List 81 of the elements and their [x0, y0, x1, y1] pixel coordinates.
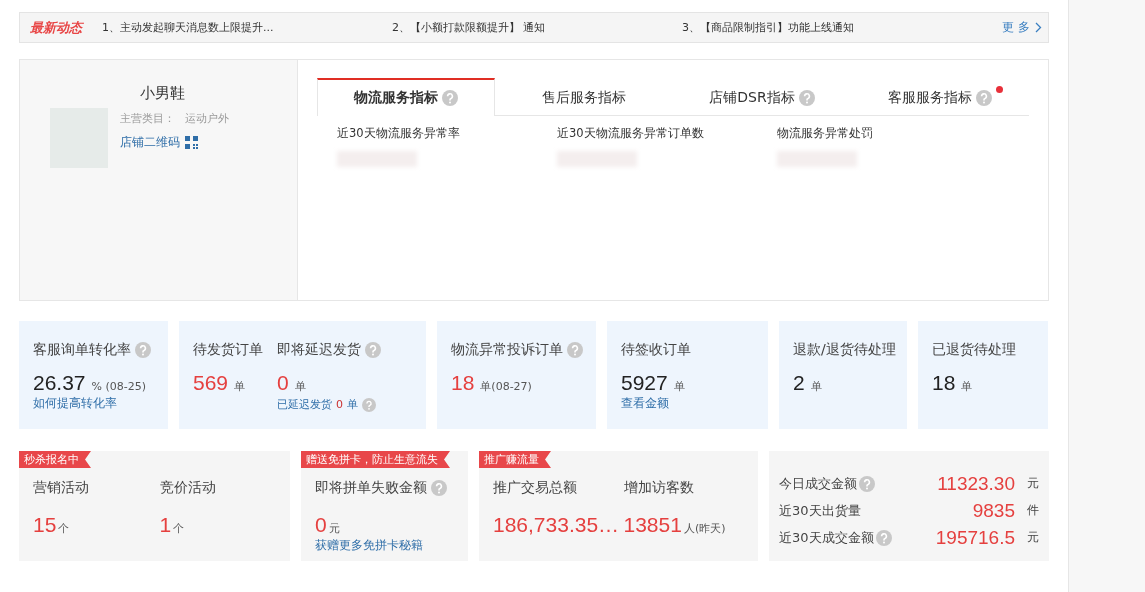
stat-label: 即将延迟发货 [277, 341, 361, 359]
chevron-right-icon [1035, 22, 1042, 33]
summary-value: 9835 [971, 499, 1015, 522]
metric-label: 近30天物流服务异常订单数 [557, 126, 705, 141]
help-icon[interactable] [976, 89, 992, 106]
metric-tab[interactable]: 物流服务指标 [317, 78, 495, 116]
summary-label: 近30天成交金额 [779, 528, 874, 547]
stat-label: 待签收订单 [621, 341, 691, 359]
stat-label: 待发货订单 [193, 341, 263, 359]
more-link[interactable]: 更 多 [1002, 19, 1042, 36]
help-icon[interactable] [365, 342, 381, 358]
promo-unit: 元 [328, 521, 340, 536]
stat-label: 客服询单转化率 [33, 341, 131, 359]
promo-value: 13851 [623, 513, 682, 537]
promo-label: 推广交易总额 [493, 479, 577, 497]
promo-unit: 个 [173, 521, 185, 536]
promo-ribbon: 赠送免拼卡，防止生意流失 [301, 451, 450, 468]
summary-unit: 元 [1026, 475, 1039, 492]
category-label: 主营类目： [120, 111, 175, 126]
help-icon[interactable] [875, 529, 892, 546]
delayed-count: 0 [336, 398, 343, 411]
summary-value: 11323.30 [936, 472, 1015, 495]
promo-label: 竞价活动 [159, 479, 216, 497]
stat-value: 569 [193, 371, 229, 395]
help-icon[interactable] [442, 90, 458, 106]
qr-code-icon[interactable] [185, 136, 198, 149]
help-icon[interactable] [859, 475, 875, 492]
promo-unit: 个 [58, 521, 70, 536]
stat-label: 退款/退货待处理 [793, 341, 896, 359]
stat-value: 26.37 [33, 371, 86, 395]
card-link[interactable]: 获赠更多免拼卡秘籍 [315, 538, 464, 553]
promo-value: 186,733.35… [493, 513, 620, 537]
summary-label: 今日成交金额 [779, 474, 857, 493]
stat-value: 0 [277, 371, 289, 395]
stat-unit: 单 [961, 379, 973, 394]
promo-label: 增加访客数 [623, 479, 694, 497]
stat-value: 2 [793, 371, 805, 395]
help-icon[interactable] [431, 480, 447, 496]
promo-value: 0 [315, 513, 327, 537]
stat-unit: 单 [810, 379, 822, 394]
delayed-link[interactable]: 已延迟发货 [277, 397, 332, 412]
help-icon[interactable] [798, 89, 815, 106]
promo-unit: 人(昨天) [683, 521, 726, 536]
qr-code-link[interactable]: 店铺二维码 [120, 134, 180, 151]
stat-unit: % (08-25) [91, 380, 147, 393]
stat-value: 18 [932, 371, 956, 395]
promo-ribbon: 秒杀报名中 [19, 451, 91, 468]
metric-tab[interactable]: 售后服务指标 [495, 78, 673, 115]
stat-unit: 单 [234, 379, 246, 394]
help-icon[interactable] [135, 342, 151, 358]
summary-label: 近30天出货量 [779, 501, 861, 520]
promo-ribbon: 推广赚流量 [479, 451, 551, 468]
card-link[interactable]: 查看金额 [621, 396, 764, 411]
stat-unit: 单(08-27) [480, 379, 532, 394]
delayed-unit: 单 [347, 397, 358, 412]
promo-label: 营销活动 [33, 479, 89, 497]
metric-tab[interactable]: 客服服务指标 [851, 78, 1029, 115]
notice-link[interactable]: 3、【商品限制指引】功能上线通知 [682, 20, 972, 35]
promo-label: 即将拼单失败金额 [315, 479, 427, 497]
metric-label: 近30天物流服务异常率 [337, 126, 461, 141]
summary-unit: 元 [1026, 529, 1039, 546]
metric-tab[interactable]: 店铺DSR指标 [673, 78, 851, 115]
stat-value: 18 [451, 371, 475, 395]
help-icon[interactable] [567, 342, 583, 358]
summary-value: 195716.5 [934, 526, 1015, 549]
stat-label: 物流异常投诉订单 [451, 341, 563, 359]
notice-title: 最新动态 [30, 18, 82, 37]
stat-unit: 单 [673, 379, 685, 394]
stat-unit: 单 [294, 379, 306, 394]
stat-value: 5927 [621, 371, 668, 395]
shop-name: 小男鞋 [140, 84, 186, 103]
notice-link[interactable]: 1、主动发起聊天消息数上限提升... [102, 20, 392, 35]
promo-value: 1 [159, 513, 172, 537]
stat-label: 已退货待处理 [932, 341, 1016, 359]
promo-value: 15 [33, 513, 57, 537]
summary-unit: 件 [1026, 502, 1039, 519]
notice-link[interactable]: 2、【小额打款限额提升】 通知 [392, 20, 682, 35]
help-icon[interactable] [362, 397, 376, 412]
card-link[interactable]: 如何提高转化率 [33, 396, 164, 411]
metric-label: 物流服务异常处罚 [777, 126, 874, 141]
category-value: 运动户外 [185, 111, 229, 126]
